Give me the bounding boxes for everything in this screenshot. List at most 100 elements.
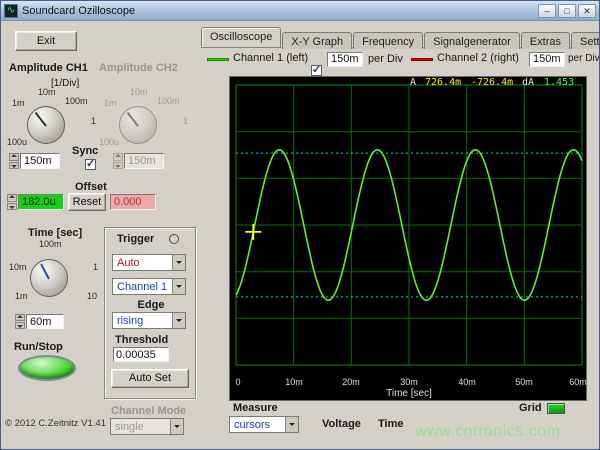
knob-scale-label: 100m bbox=[39, 239, 62, 249]
tab-extras[interactable]: Extras bbox=[520, 32, 570, 49]
sync-label: Sync bbox=[72, 145, 99, 157]
run-stop-label: Run/Stop bbox=[14, 341, 63, 353]
offset-ch1-spinner[interactable] bbox=[7, 194, 17, 210]
titlebar[interactable]: ∿ Soundcard Ozilloscope – □ ✕ bbox=[1, 1, 599, 21]
x-tick: 60m bbox=[569, 377, 587, 387]
trigger-source-dropdown[interactable]: Channel 1 bbox=[112, 278, 186, 295]
x-tick: 20m bbox=[342, 377, 360, 387]
channel1-color-swatch bbox=[207, 58, 229, 61]
trigger-mode-dropdown[interactable]: Auto bbox=[112, 254, 186, 271]
amplitude-ch2-knob bbox=[119, 106, 157, 144]
copyright-text: © 2012 C.Zeitnitz V1.41 bbox=[5, 418, 106, 429]
amplitude-ch2-spinner bbox=[113, 153, 123, 169]
main-content: Exit Amplitude CH1 Amplitude CH2 [1/Div]… bbox=[1, 21, 600, 449]
channel1-enable-checkbox[interactable] bbox=[311, 63, 322, 76]
amplitude-ch1-title: Amplitude CH1 bbox=[9, 62, 88, 74]
measure-a-upper: 726.4m bbox=[425, 77, 462, 88]
grid-label: Grid bbox=[519, 402, 542, 414]
scope-trace-canvas[interactable] bbox=[230, 77, 588, 367]
offset-ch2-value: 0.000 bbox=[110, 194, 156, 210]
knob-scale-label: 1 bbox=[183, 116, 189, 126]
knob-scale-label: 1 bbox=[91, 116, 97, 126]
tab-signalgenerator[interactable]: Signalgenerator bbox=[424, 32, 520, 49]
channel1-label: Channel 1 (left) bbox=[233, 52, 309, 64]
time-title: Time [sec] bbox=[28, 227, 83, 239]
amplitude-ch2-value: 150m bbox=[124, 153, 164, 169]
amplitude-ch1-value[interactable]: 150m bbox=[20, 153, 60, 169]
run-stop-button[interactable] bbox=[18, 355, 76, 381]
amplitude-ch1-spinner[interactable] bbox=[9, 153, 19, 169]
trigger-group: Trigger Auto Channel 1 Edge rising Thres… bbox=[104, 227, 196, 399]
measure-da-value: 1.453 bbox=[544, 77, 575, 88]
knob-scale-label: 1m bbox=[104, 98, 117, 108]
channel-mode-value: single bbox=[115, 421, 144, 433]
channel1-scale-value[interactable]: 150m bbox=[327, 52, 363, 67]
chevron-down-icon[interactable] bbox=[172, 313, 185, 328]
maximize-button[interactable]: □ bbox=[558, 3, 576, 18]
x-axis-label: Time [sec] bbox=[386, 388, 432, 399]
knob-scale-label: 10m bbox=[9, 262, 27, 272]
measure-label: Measure bbox=[233, 402, 278, 414]
time-label: Time bbox=[378, 418, 404, 430]
chevron-down-icon[interactable] bbox=[285, 417, 298, 432]
amplitude-ch1-knob[interactable] bbox=[27, 106, 65, 144]
offset-label: Offset bbox=[75, 181, 107, 193]
trigger-led-indicator bbox=[169, 234, 179, 244]
x-tick: 30m bbox=[400, 377, 418, 387]
threshold-label: Threshold bbox=[115, 334, 169, 346]
knob-pointer bbox=[34, 111, 47, 127]
knob-scale-label: 100m bbox=[157, 96, 180, 106]
minimize-button[interactable]: – bbox=[538, 3, 556, 18]
scope-display[interactable]: A 726.4m -726.4m dA 1.453 0 10m 20m 30m … bbox=[229, 76, 587, 401]
offset-reset-button[interactable]: Reset bbox=[68, 193, 106, 211]
tab-oscilloscope[interactable]: Oscilloscope bbox=[201, 27, 282, 47]
time-value[interactable]: 60m bbox=[26, 314, 64, 329]
channel-mode-label: Channel Mode bbox=[111, 405, 187, 417]
sync-checkbox[interactable] bbox=[85, 157, 96, 170]
knob-scale-label: 100u bbox=[99, 137, 120, 147]
time-knob[interactable] bbox=[30, 259, 68, 297]
auto-set-button[interactable]: Auto Set bbox=[111, 369, 189, 388]
offset-ch1-value[interactable]: 182.0u bbox=[18, 194, 64, 210]
measure-da-label: dA bbox=[522, 77, 535, 88]
knob-scale-label: 1m bbox=[15, 291, 28, 301]
window-title: Soundcard Ozilloscope bbox=[22, 4, 136, 17]
grid-brightness-slider[interactable] bbox=[547, 403, 565, 414]
measure-a-label: A bbox=[410, 77, 417, 88]
trigger-title: Trigger bbox=[117, 233, 155, 245]
trigger-source-value: Channel 1 bbox=[117, 281, 168, 293]
chevron-down-icon[interactable] bbox=[172, 279, 185, 294]
channel2-per-div-label: per Div bbox=[568, 53, 600, 64]
channel2-scale-value[interactable]: 150m bbox=[529, 52, 565, 67]
x-tick: 40m bbox=[458, 377, 476, 387]
chevron-down-icon[interactable] bbox=[172, 255, 185, 270]
trigger-edge-dropdown[interactable]: rising bbox=[112, 312, 186, 329]
app-icon: ∿ bbox=[4, 3, 18, 18]
trigger-mode-value: Auto bbox=[117, 257, 140, 269]
knob-scale-label: 10 bbox=[87, 291, 98, 301]
measure-mode-dropdown[interactable]: cursors bbox=[229, 416, 299, 433]
threshold-input[interactable] bbox=[113, 347, 169, 362]
app-window: ∿ Soundcard Ozilloscope – □ ✕ Exit Ampli… bbox=[0, 0, 600, 450]
time-value-spinner[interactable] bbox=[15, 314, 25, 329]
tab-settings[interactable]: Settings bbox=[570, 32, 599, 49]
edge-label: Edge bbox=[137, 299, 165, 311]
watermark-text: www.cntronics.com bbox=[415, 423, 561, 440]
knob-scale-label: 100u bbox=[7, 137, 28, 147]
amplitude-ch2-knob-area: 100u 1m 10m 100m 1 bbox=[99, 87, 191, 153]
chevron-down-icon bbox=[170, 419, 183, 434]
tab-frequency[interactable]: Frequency bbox=[353, 32, 424, 49]
close-button[interactable]: ✕ bbox=[578, 3, 596, 18]
channel2-label: Channel 2 (right) bbox=[437, 52, 519, 64]
x-axis-ticks: 0 10m 20m 30m 40m 50m 60m bbox=[230, 377, 588, 388]
tab-xy-graph[interactable]: X-Y Graph bbox=[282, 32, 353, 49]
amplitude-ch2-title: Amplitude CH2 bbox=[99, 62, 178, 74]
knob-scale-label: 100m bbox=[65, 96, 88, 106]
trigger-edge-value: rising bbox=[117, 315, 144, 327]
x-tick: 0 bbox=[235, 377, 241, 387]
exit-button[interactable]: Exit bbox=[15, 31, 77, 51]
x-tick: 50m bbox=[515, 377, 533, 387]
measure-mode-value: cursors bbox=[234, 419, 271, 431]
voltage-label: Voltage bbox=[322, 418, 361, 430]
tab-strip: Oscilloscope X-Y Graph Frequency Signalgene… bbox=[201, 27, 599, 49]
